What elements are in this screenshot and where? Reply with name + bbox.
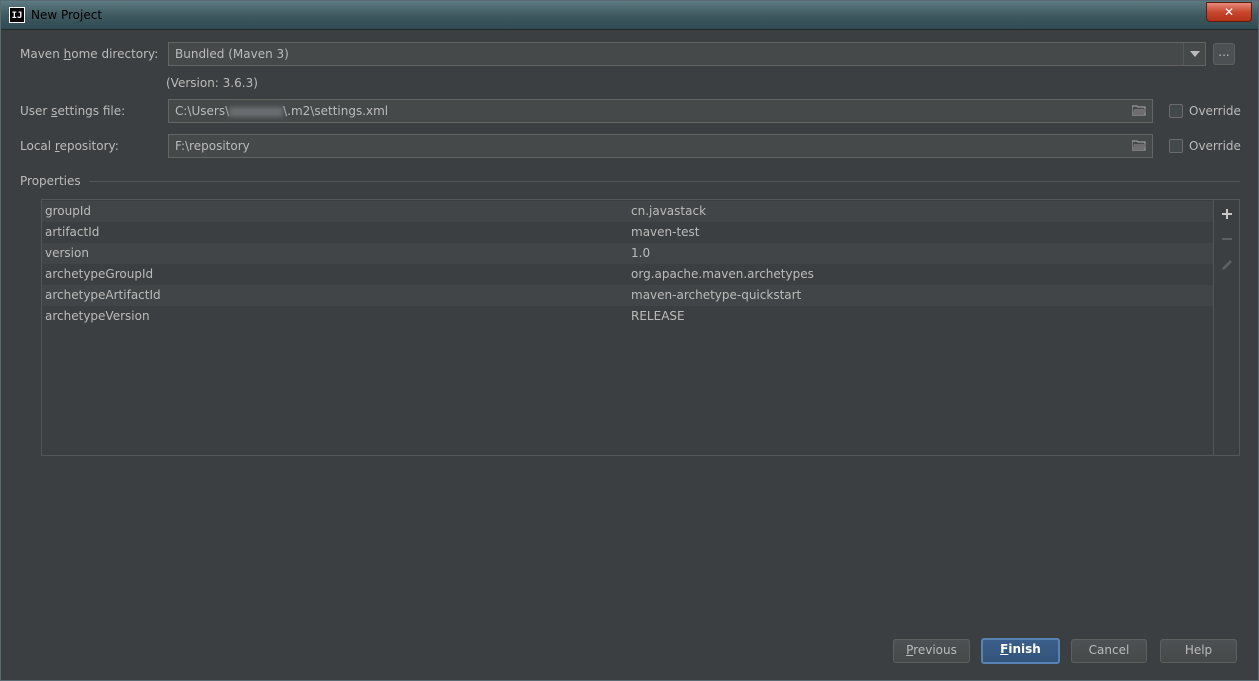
maven-home-label: Maven home directory: — [20, 47, 159, 61]
table-row[interactable]: artifactId maven-test — [42, 222, 1213, 243]
property-value[interactable]: org.apache.maven.archetypes — [631, 267, 814, 281]
properties-table: groupId cn.javastack artifactId maven-te… — [41, 199, 1214, 456]
properties-separator — [89, 181, 1240, 182]
dialog-content: Maven home directory: Bundled (Maven 3) … — [9, 31, 1250, 674]
user-settings-override-checkbox[interactable] — [1169, 104, 1183, 118]
table-row[interactable]: archetypeVersion RELEASE — [42, 306, 1213, 327]
property-value[interactable]: maven-test — [631, 225, 700, 239]
property-key: archetypeGroupId — [45, 267, 154, 281]
property-key: groupId — [45, 204, 92, 218]
local-repository-override-checkbox[interactable] — [1169, 139, 1183, 153]
table-row[interactable]: groupId cn.javastack — [42, 201, 1213, 222]
previous-button[interactable]: Previous — [893, 639, 970, 663]
help-button[interactable]: Help — [1160, 639, 1237, 663]
table-row[interactable]: archetypeArtifactId maven-archetype-quic… — [42, 285, 1213, 306]
minus-icon[interactable] — [1218, 230, 1236, 248]
user-settings-override-label: Override — [1189, 104, 1241, 118]
plus-icon[interactable] — [1218, 205, 1236, 223]
maven-home-value: Bundled (Maven 3) — [175, 47, 289, 61]
folder-icon[interactable] — [1132, 140, 1146, 151]
window-title: New Project — [31, 8, 103, 22]
user-settings-label: User settings file: — [20, 104, 126, 118]
local-repository-override-label: Override — [1189, 139, 1241, 153]
redacted-username — [229, 106, 284, 117]
property-key: version — [45, 246, 89, 260]
chevron-down-icon[interactable] — [1183, 43, 1205, 65]
property-value[interactable]: 1.0 — [631, 246, 650, 260]
close-button[interactable]: ✕ — [1206, 2, 1252, 22]
new-project-dialog: IJ New Project ✕ Maven home directory: B… — [0, 0, 1259, 681]
pencil-icon[interactable] — [1218, 256, 1236, 274]
folder-icon[interactable] — [1132, 105, 1146, 116]
local-repository-label: Local repository: — [20, 139, 119, 153]
property-key: artifactId — [45, 225, 100, 239]
properties-toolbar — [1214, 199, 1240, 456]
maven-home-dropdown[interactable]: Bundled (Maven 3) — [168, 42, 1206, 66]
property-key: archetypeArtifactId — [45, 288, 161, 302]
property-key: archetypeVersion — [45, 309, 150, 323]
browse-maven-home-button[interactable]: ... — [1213, 43, 1235, 65]
title-bar: IJ New Project ✕ — [1, 1, 1258, 30]
property-value[interactable]: cn.javastack — [631, 204, 706, 218]
intellij-app-icon: IJ — [9, 7, 25, 23]
local-repository-value: F:\repository — [175, 139, 250, 153]
table-row[interactable]: version 1.0 — [42, 243, 1213, 264]
properties-section-label: Properties — [20, 174, 81, 188]
user-settings-input[interactable]: C:\Users\ \.m2\settings.xml — [168, 99, 1153, 123]
user-settings-value: C:\Users\ \.m2\settings.xml — [175, 104, 389, 118]
property-value[interactable]: RELEASE — [631, 309, 685, 323]
table-row[interactable]: archetypeGroupId org.apache.maven.archet… — [42, 264, 1213, 285]
finish-button[interactable]: Finish — [981, 638, 1060, 664]
cancel-button[interactable]: Cancel — [1071, 639, 1147, 663]
maven-version-text: (Version: 3.6.3) — [166, 76, 258, 90]
local-repository-input[interactable]: F:\repository — [168, 134, 1153, 158]
property-value[interactable]: maven-archetype-quickstart — [631, 288, 801, 302]
